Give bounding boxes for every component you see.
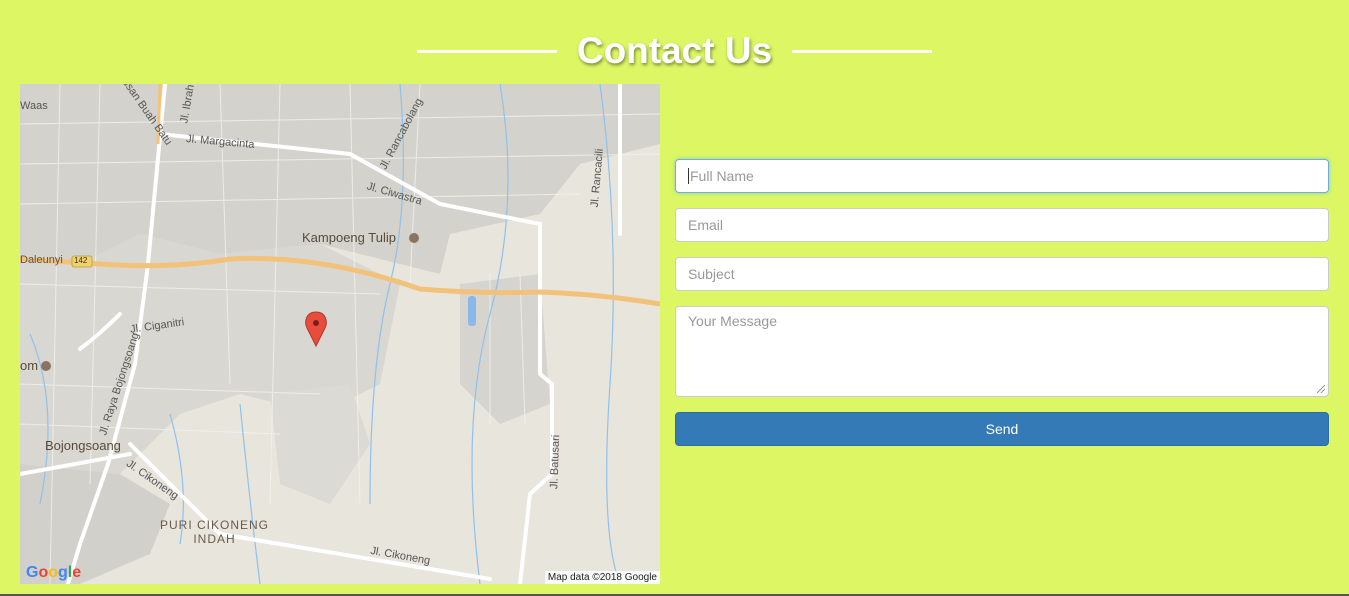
subject-input[interactable]: Subject [675, 257, 1329, 291]
heading-divider-left [416, 49, 557, 53]
resize-grip-icon[interactable] [1317, 385, 1325, 393]
map-label-waas: Waas [20, 100, 48, 112]
message-textarea[interactable]: Your Message [675, 306, 1329, 397]
map-canvas[interactable] [20, 84, 660, 584]
map-place-kampoeng-tulip[interactable]: Kampoeng Tulip [302, 230, 396, 245]
map-area-line2: INDAH [193, 532, 236, 546]
map-label-daleunyi: Daleunyi [20, 254, 63, 266]
email-input[interactable]: Email [675, 208, 1329, 242]
message-placeholder: Your Message [688, 313, 777, 329]
page-title: Contact Us [576, 30, 773, 71]
text-caret [688, 168, 689, 184]
contact-form: Full Name Email Subject Your Message Sen… [675, 159, 1329, 446]
full-name-input[interactable]: Full Name [675, 159, 1329, 193]
google-logo[interactable]: Google [26, 564, 81, 582]
route-142-shield: 142 [74, 256, 88, 265]
email-placeholder: Email [688, 217, 724, 233]
page-header: Contact Us [0, 26, 1349, 76]
map-embed[interactable]: Waas erusan Buah Batu Jl. Ibrah Jl. Marg… [20, 84, 660, 584]
heading-divider-right [792, 49, 933, 53]
subject-placeholder: Subject [688, 266, 735, 282]
send-button[interactable]: Send [675, 412, 1329, 446]
map-place-om[interactable]: om [20, 358, 38, 373]
map-area-line1: PURI CIKONENG [160, 518, 270, 532]
map-attribution[interactable]: Map data ©2018 Google [544, 571, 660, 584]
map-area-puri-cikoneng: PURI CIKONENG INDAH [160, 518, 269, 546]
map-label-jl-batusari: Jl. Batusari [548, 434, 563, 490]
full-name-placeholder: Full Name [690, 168, 754, 184]
map-place-bojongsoang[interactable]: Bojongsoang [45, 438, 121, 453]
